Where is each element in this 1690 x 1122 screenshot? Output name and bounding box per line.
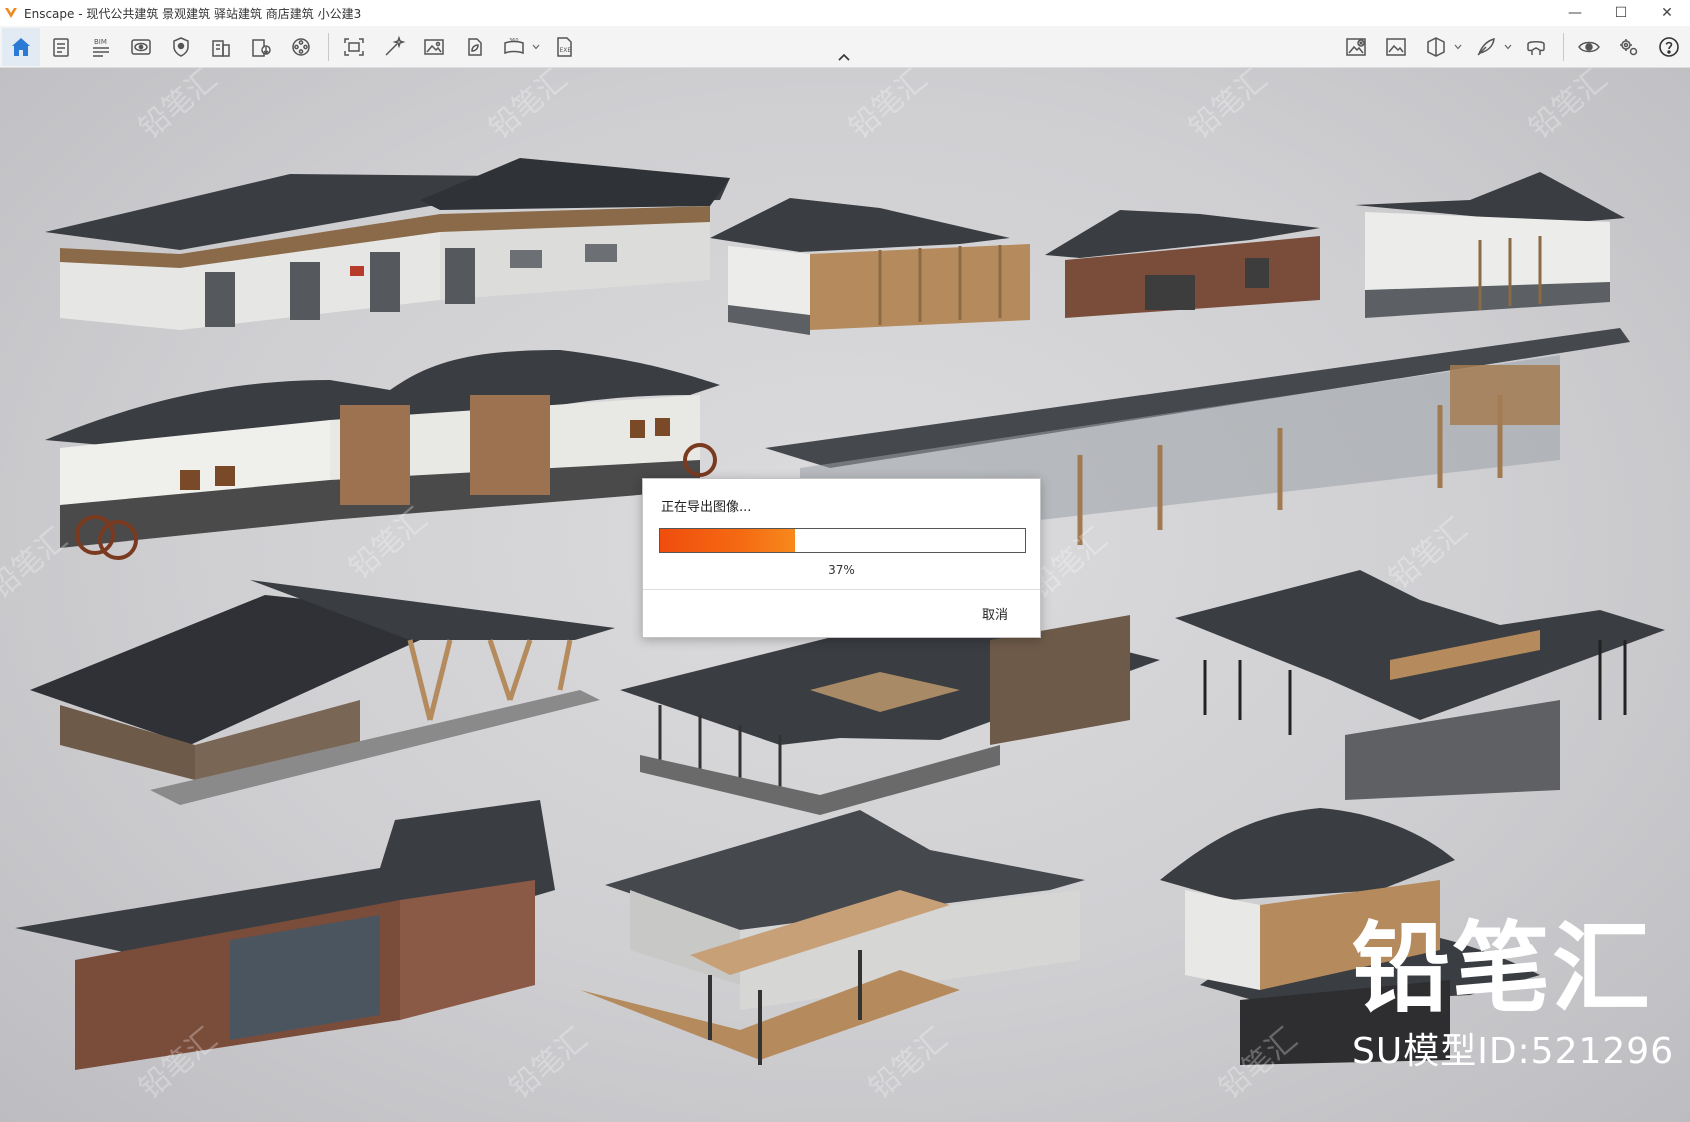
document-button[interactable] [42,28,80,66]
cube-icon [1427,36,1445,57]
live-view-button[interactable] [1570,28,1608,66]
screenshot-button[interactable] [335,28,373,66]
building-model [1045,210,1320,318]
render-settings-button[interactable] [455,28,493,66]
chevron-down-icon [1454,44,1462,49]
building-model [1175,570,1665,800]
film-reel-icon [292,37,310,56]
maximize-icon: ☐ [1614,5,1628,21]
svg-text:360: 360 [509,38,519,44]
batch-render-button[interactable] [375,28,413,66]
watermark-brand: 铅笔汇 SU模型ID:521296 [1352,920,1674,1074]
home-button[interactable] [2,27,40,66]
panorama-360-icon: 360 [504,38,524,54]
progress-bar [659,528,1026,553]
building-export-icon [252,38,271,57]
gears-icon [1620,38,1638,55]
projection-button[interactable] [1417,28,1455,66]
panorama-dropdown[interactable] [531,28,541,66]
svg-text:铅笔汇: 铅笔汇 [1183,68,1274,146]
safe-frame-button[interactable] [162,28,200,66]
settings-button[interactable] [1610,28,1648,66]
image-icon [424,38,444,55]
cancel-button[interactable]: 取消 [982,604,1008,623]
title-bar: Enscape - 现代公共建筑 景观建筑 驿站建筑 商店建筑 小公建3 — ☐… [0,0,1690,26]
toolbar-separator [328,32,329,61]
toolbar-separator [1563,32,1564,61]
minimize-button[interactable]: — [1552,0,1598,26]
building-model [1355,172,1625,318]
exe-export-icon: EXE [557,36,572,57]
bim-button[interactable]: BIM [82,28,120,66]
eye-view-icon [131,38,151,55]
brand-title: 铅笔汇 [1352,912,1653,1026]
window-controls: — ☐ ✕ [1552,0,1690,26]
collapse-toolbar-chevron-icon[interactable] [836,52,852,64]
sketch-dropdown[interactable] [1503,28,1513,66]
maximize-button[interactable]: ☐ [1598,0,1644,26]
gallery-close-icon [1346,37,1366,56]
panorama-button[interactable]: 360 [495,28,533,66]
svg-text:铅笔汇: 铅笔汇 [503,1021,594,1106]
chevron-down-icon [1504,44,1512,49]
hide-ui-button[interactable] [1337,28,1375,66]
eye-settings-icon [1578,41,1600,52]
svg-text:铅笔汇: 铅笔汇 [843,68,934,146]
svg-text:铅笔汇: 铅笔汇 [133,68,224,146]
material-editor-button[interactable] [202,28,240,66]
document-icon [53,37,69,57]
feather-icon [1477,37,1495,56]
export-exe-button[interactable]: EXE [545,28,583,66]
enscape-logo-icon [5,8,17,18]
close-button[interactable]: ✕ [1644,0,1690,26]
views-button[interactable] [122,28,160,66]
vr-headset-button[interactable] [1517,28,1555,66]
visual-settings-button[interactable] [1377,28,1415,66]
chevron-down-icon [532,44,540,49]
image-frame-icon [1386,37,1406,56]
svg-text:铅笔汇: 铅笔汇 [1383,511,1474,596]
building-model [30,580,615,805]
help-icon [1659,36,1679,57]
building-model [620,615,1160,815]
building-model [580,810,1085,1065]
home-icon [12,37,30,56]
close-icon: ✕ [1661,5,1673,21]
window-title: Enscape - 现代公共建筑 景观建筑 驿站建筑 商店建筑 小公建3 [24,6,362,21]
leaf-tag-icon [468,37,482,56]
svg-text:铅笔汇: 铅笔汇 [483,68,574,146]
building-model [15,800,555,1070]
svg-text:铅笔汇: 铅笔汇 [1523,68,1614,146]
building-model [710,198,1030,335]
dialog-divider [643,589,1040,590]
svg-text:铅笔汇: 铅笔汇 [863,1021,954,1106]
building-model [45,158,730,330]
asset-library-button[interactable] [242,28,280,66]
svg-text:EXE: EXE [560,47,572,54]
load-image-button[interactable] [415,28,453,66]
export-progress-dialog: 正在导出图像... 37% 取消 [642,478,1041,638]
svg-text:BIM: BIM [94,38,107,46]
minimize-icon: — [1568,5,1582,21]
video-editor-button[interactable] [282,28,320,66]
model-id-label: SU模型ID:521296 [1352,1031,1675,1072]
help-button[interactable] [1650,28,1688,66]
sketch-mode-button[interactable] [1467,28,1505,66]
screenshot-icon [344,37,364,56]
progress-percent-label: 37% [828,563,855,577]
projection-dropdown[interactable] [1453,28,1463,66]
shield-icon [173,36,189,57]
progress-bar-fill [660,529,796,552]
bim-icon: BIM [93,38,109,57]
building-list-icon [212,39,230,57]
vr-headset-icon [1527,40,1545,55]
magic-wand-icon [385,35,406,56]
dialog-title: 正在导出图像... [661,500,752,515]
